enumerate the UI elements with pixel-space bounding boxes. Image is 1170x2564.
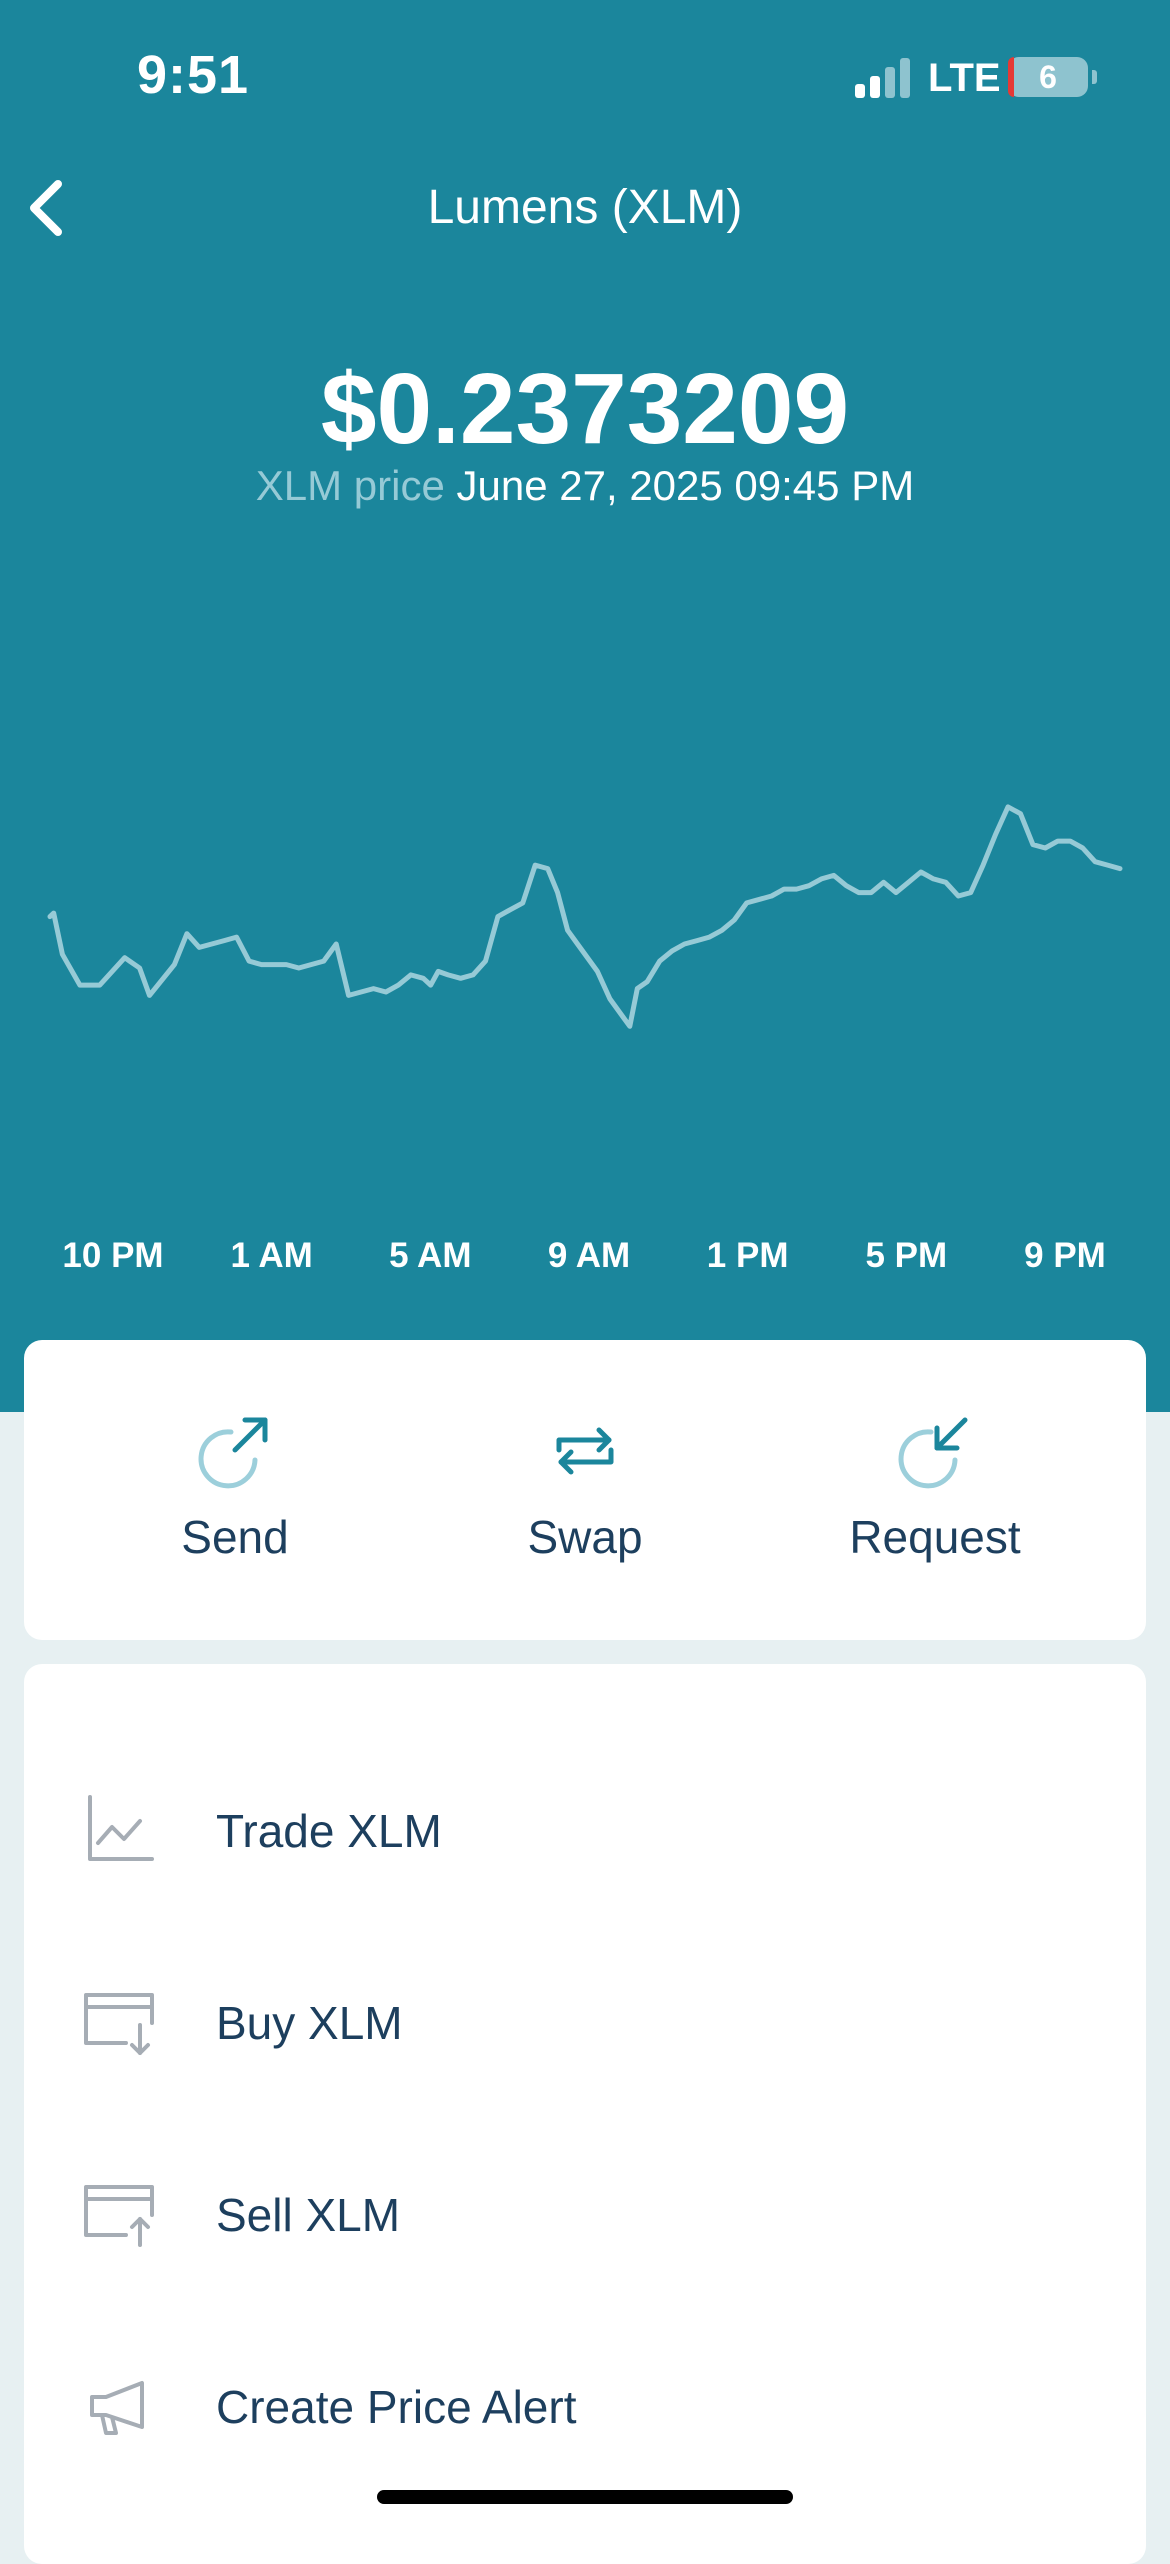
request-label: Request (849, 1511, 1021, 1563)
x-tick-label: 5 AM (389, 1236, 472, 1275)
menu-item-trade[interactable]: Trade XLM (24, 1754, 1146, 1904)
megaphone-icon (90, 2381, 144, 2435)
buy-card-icon (84, 1993, 154, 2055)
send-button[interactable]: Send (48, 1340, 422, 1640)
menu-item-label: Sell XLM (216, 2189, 401, 2241)
menu-item-label: Buy XLM (216, 1997, 403, 2049)
price-timestamp-line: XLM price June 27, 2025 09:45 PM (0, 462, 1170, 510)
x-tick-label: 1 AM (230, 1236, 313, 1275)
menu-item-label: Create Price Alert (216, 2381, 577, 2433)
x-tick-label: 1 PM (706, 1236, 789, 1275)
swap-button[interactable]: Swap (398, 1340, 772, 1640)
send-icon (198, 1417, 268, 1489)
request-button[interactable]: Request (748, 1340, 1122, 1640)
price-line (47, 804, 1123, 1029)
status-time: 9:51 (137, 45, 250, 105)
battery-level: 6 (1039, 59, 1057, 95)
trade-chart-icon (88, 1795, 154, 1861)
menu-item-label: Trade XLM (216, 1805, 442, 1857)
menu-item-buy[interactable]: Buy XLM (24, 1946, 1146, 2096)
swap-icon (556, 1427, 614, 1475)
x-tick-label: 9 PM (1024, 1236, 1106, 1275)
price-label: XLM price (255, 462, 445, 509)
x-axis-ticks: 10 PM 1 AM 5 AM 9 AM 1 PM 5 PM 9 PM (0, 1236, 1170, 1286)
swap-label: Swap (527, 1511, 643, 1563)
signal-strength-icon (855, 58, 911, 98)
home-indicator[interactable] (377, 2490, 793, 2504)
x-tick-label: 5 PM (865, 1236, 948, 1275)
menu-item-sell[interactable]: Sell XLM (24, 2138, 1146, 2288)
sell-card-icon (84, 2185, 154, 2247)
menu-card: Trade XLM Buy XLM Sell XLM Create Price … (24, 1664, 1146, 2564)
price-chart[interactable] (0, 660, 1170, 1180)
x-tick-label: 10 PM (62, 1236, 164, 1275)
page-title: Lumens (XLM) (427, 181, 743, 234)
battery-icon: 6 (1008, 57, 1097, 97)
request-icon (898, 1417, 968, 1489)
network-type: LTE (928, 56, 1001, 100)
send-label: Send (181, 1511, 289, 1563)
current-price: $0.2373209 (320, 353, 850, 465)
price-datetime: June 27, 2025 09:45 PM (456, 462, 915, 509)
menu-item-price-alert[interactable]: Create Price Alert (24, 2330, 1146, 2480)
action-card: Send Swap Request (24, 1340, 1146, 1640)
x-tick-label: 9 AM (547, 1236, 631, 1275)
